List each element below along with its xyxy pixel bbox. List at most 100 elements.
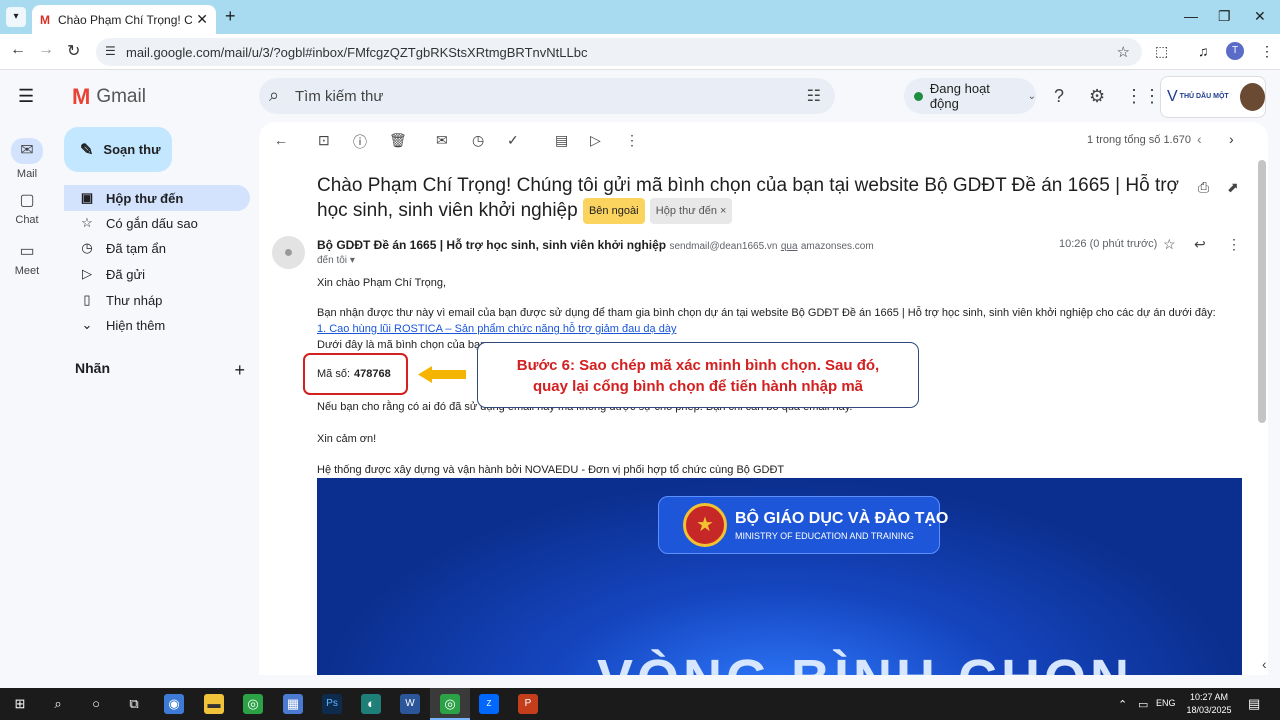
- browser-nav-bar: ← → ↻ ☰ mail.google.com/mail/u/3/?ogbl#i…: [0, 34, 1280, 70]
- gmail-logo-text: Gmail: [96, 86, 146, 107]
- windows-start-icon[interactable]: ⊞: [10, 694, 30, 714]
- report-spam-icon[interactable]: ⓘ: [353, 132, 367, 152]
- media-control-icon[interactable]: ♫: [1198, 43, 1209, 59]
- email-time: 10:26 (0 phút trước): [1059, 238, 1158, 250]
- edge-icon[interactable]: ◐: [361, 694, 381, 714]
- network-icon[interactable]: ▭: [1138, 698, 1148, 711]
- sender-avatar[interactable]: ●: [272, 236, 305, 269]
- rail-meet-label: Meet: [14, 265, 40, 277]
- project-link[interactable]: 1. Cao hùng lũi ROSTICA – Sản phẩm chức …: [317, 323, 676, 335]
- message-more-icon[interactable]: ⋮: [1227, 236, 1241, 253]
- tab-close-icon[interactable]: ✕: [196, 11, 208, 28]
- tray-overflow-icon[interactable]: ⌃: [1118, 698, 1127, 711]
- star-message-icon[interactable]: ☆: [1163, 236, 1176, 253]
- search-icon[interactable]: ⌕: [269, 85, 279, 106]
- print-icon[interactable]: ⎙: [1198, 179, 1209, 196]
- nav-item-more[interactable]: ⌄ Hiện thêm: [64, 312, 250, 338]
- search-input[interactable]: ⌕ Tìm kiếm thư ☷: [259, 78, 835, 114]
- reply-icon[interactable]: ↩: [1194, 236, 1206, 253]
- task-view-icon[interactable]: ⧉: [124, 694, 144, 714]
- site-settings-icon[interactable]: ☰: [105, 44, 116, 58]
- photoshop-icon[interactable]: Ps: [322, 694, 342, 714]
- via-word: qua: [780, 241, 798, 252]
- cortana-icon[interactable]: ○: [86, 694, 106, 714]
- nav-item-inbox[interactable]: ▣ Hộp thư đến: [64, 185, 250, 211]
- file-explorer-icon[interactable]: ▬: [204, 694, 224, 714]
- mark-unread-icon[interactable]: ✉: [436, 132, 448, 149]
- word-icon[interactable]: W: [400, 694, 420, 714]
- scrollbar-thumb[interactable]: [1258, 160, 1266, 423]
- arrow-left-icon: [418, 366, 466, 383]
- account-switcher[interactable]: V THỦ DẦU MỘT: [1160, 76, 1266, 118]
- new-tab-icon[interactable]: +: [225, 6, 236, 27]
- rail-meet[interactable]: ▭ Meet: [6, 241, 48, 277]
- send-icon: ▷: [82, 266, 92, 281]
- nav-item-starred[interactable]: ☆ Có gắn dấu sao: [64, 210, 250, 236]
- more-options-icon[interactable]: ⋮: [625, 132, 639, 149]
- nav-item-sent[interactable]: ▷ Đã gửi: [64, 261, 250, 287]
- pagination-count: 1 trong tổng số 1.670: [1087, 134, 1191, 146]
- notification-icon[interactable]: ▤: [1248, 696, 1260, 712]
- back-icon[interactable]: ←: [10, 41, 26, 59]
- nav-item-drafts[interactable]: ▯ Thư nháp: [64, 287, 250, 313]
- remove-label-icon[interactable]: ×: [720, 205, 726, 217]
- label-icon[interactable]: ▷: [590, 132, 601, 149]
- star-icon: ☆: [81, 215, 93, 230]
- intro-paragraph: Bạn nhận được thư này vì email của bạn đ…: [317, 307, 1216, 319]
- language-indicator[interactable]: ENG: [1156, 698, 1176, 708]
- nav-item-snoozed[interactable]: ◷ Đã tạm ẩn: [64, 235, 250, 261]
- extensions-icon[interactable]: ⬚: [1155, 43, 1168, 60]
- next-page-icon[interactable]: ›: [1229, 131, 1234, 147]
- chrome-active-icon[interactable]: ◎: [440, 694, 460, 714]
- help-icon[interactable]: ?: [1054, 86, 1064, 107]
- open-new-window-icon[interactable]: ⬈: [1227, 179, 1239, 196]
- taskbar-search-icon[interactable]: ⌕: [48, 694, 68, 714]
- side-panel-toggle-icon[interactable]: ‹: [1262, 656, 1267, 672]
- app-icon[interactable]: ▦: [283, 694, 303, 714]
- tab-search-icon[interactable]: ▾: [6, 7, 26, 27]
- chrome-icon[interactable]: ◎: [243, 694, 263, 714]
- search-options-icon[interactable]: ☷: [807, 86, 821, 106]
- prev-page-icon[interactable]: ‹: [1197, 131, 1202, 147]
- gmail-logo[interactable]: M Gmail: [72, 84, 146, 110]
- settings-gear-icon[interactable]: ⚙: [1089, 86, 1105, 107]
- minimize-icon[interactable]: —: [1184, 8, 1198, 24]
- delete-icon[interactable]: 🗑: [389, 132, 407, 149]
- account-avatar[interactable]: [1240, 83, 1265, 111]
- chevron-down-icon: ⌄: [81, 317, 93, 332]
- add-label-icon[interactable]: +: [234, 360, 245, 381]
- thanks-text: Xin cảm ơn!: [317, 433, 377, 445]
- powerpoint-icon[interactable]: P: [518, 694, 538, 714]
- back-to-inbox-icon[interactable]: ←: [274, 132, 288, 148]
- forward-icon[interactable]: →: [38, 41, 54, 59]
- callout-line-1: Bước 6: Sao chép mã xác minh bình chọn. …: [516, 357, 880, 374]
- browser-tab[interactable]: M Chào Phạm Chí Trọng! Chúng tôi ✕: [32, 5, 216, 34]
- reload-icon[interactable]: ↻: [67, 41, 80, 61]
- network-app-icon[interactable]: ◉: [164, 694, 184, 714]
- nav-item-label: Đã tạm ẩn: [106, 240, 166, 256]
- main-menu-icon[interactable]: ☰: [18, 86, 34, 107]
- status-dropdown[interactable]: Đang hoạt động ⌄: [904, 78, 1036, 114]
- instruction-callout: Bước 6: Sao chép mã xác minh bình chọn. …: [477, 342, 919, 408]
- banner-title: BỘ GIÁO DỤC VÀ ĐÀO TẠO: [735, 510, 949, 527]
- address-bar[interactable]: ☰ mail.google.com/mail/u/3/?ogbl#inbox/F…: [96, 38, 1142, 66]
- archive-icon[interactable]: ⊡: [318, 132, 330, 149]
- move-to-icon[interactable]: ▤: [555, 132, 568, 149]
- draft-icon: ▯: [83, 292, 91, 307]
- nav-item-label: Có gắn dấu sao: [106, 215, 198, 231]
- add-task-icon[interactable]: ✓: [507, 132, 519, 149]
- taskbar-clock[interactable]: 10:27 AM 18/03/2025: [1183, 691, 1235, 717]
- maximize-icon[interactable]: ❐: [1218, 8, 1231, 25]
- bookmark-star-icon[interactable]: ☆: [1117, 43, 1130, 61]
- zalo-icon[interactable]: Z: [479, 694, 499, 714]
- rail-mail[interactable]: ✉ Mail: [6, 138, 48, 180]
- compose-button[interactable]: ✎ Soạn thư: [64, 127, 172, 172]
- inbox-label-chip[interactable]: Hộp thư đến ×: [649, 198, 733, 224]
- recipients-toggle[interactable]: đến tôi ▾: [317, 255, 355, 266]
- browser-menu-icon[interactable]: ⋮: [1260, 43, 1274, 60]
- close-window-icon[interactable]: ✕: [1254, 8, 1266, 25]
- rail-chat[interactable]: ▢ Chat: [6, 190, 48, 226]
- browser-profile-avatar[interactable]: T: [1226, 42, 1244, 60]
- snooze-icon[interactable]: ◷: [472, 132, 484, 149]
- apps-grid-icon[interactable]: ⋮⋮: [1125, 86, 1161, 107]
